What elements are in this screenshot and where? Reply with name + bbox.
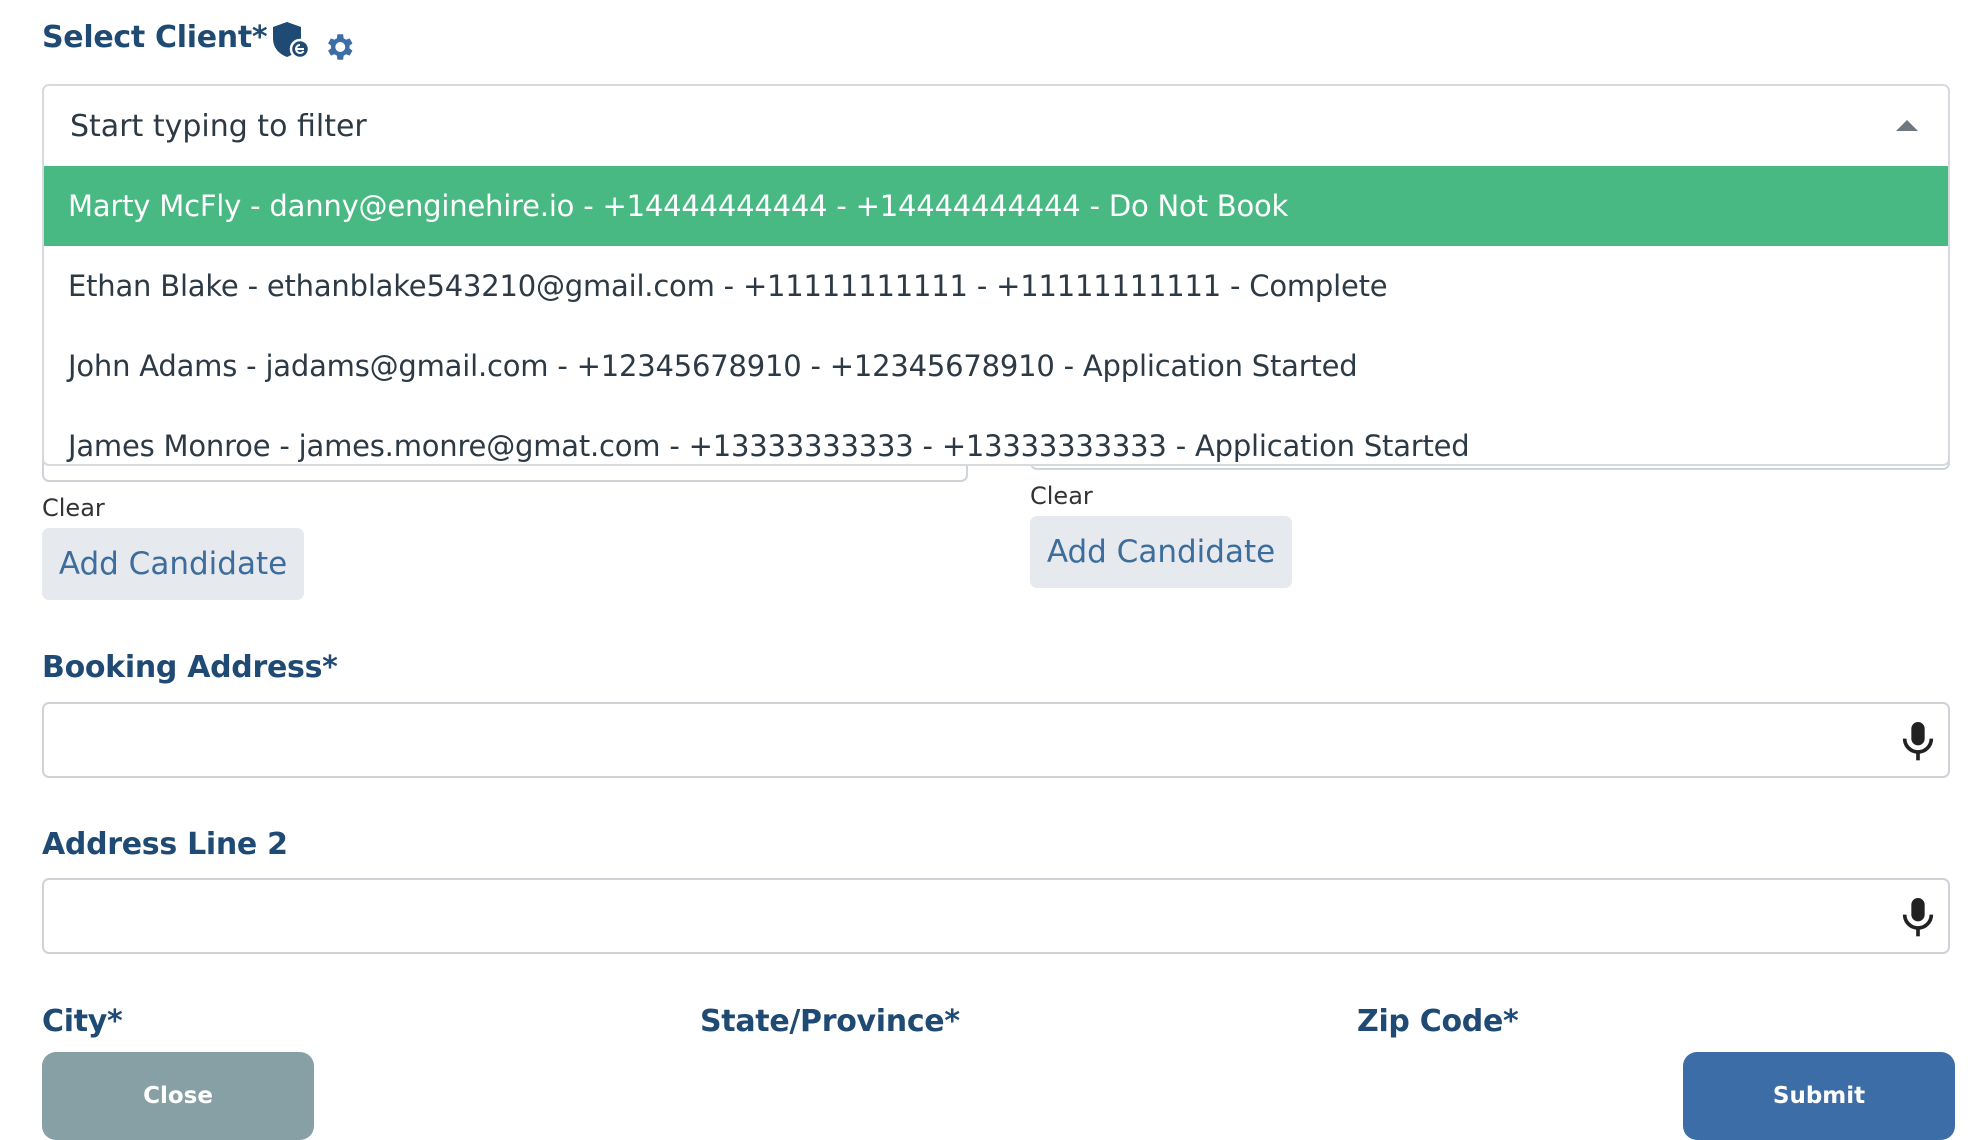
caret-up-icon[interactable] [1896,120,1918,131]
select-client-dropdown[interactable]: Start typing to filter Marty McFly - dan… [42,84,1950,466]
client-option[interactable]: Ethan Blake - ethanblake543210@gmail.com… [44,246,1948,326]
booking-address-label: Booking Address* [42,650,338,685]
city-label: City* [42,1004,123,1039]
clear-link-left[interactable]: Clear [42,494,105,522]
shield-icon[interactable] [270,20,311,64]
address-line-2-input[interactable] [42,878,1950,954]
state-province-label: State/Province* [700,1004,960,1039]
close-button[interactable]: Close [42,1052,314,1140]
clear-link-right[interactable]: Clear [1030,482,1093,510]
client-filter-input[interactable]: Start typing to filter [44,86,1948,166]
zip-code-label: Zip Code* [1357,1004,1519,1039]
client-option[interactable]: James Monroe - james.monre@gmat.com - +1… [44,406,1948,464]
client-options-list: Marty McFly - danny@enginehire.io - +144… [44,166,1948,464]
microphone-icon[interactable] [1898,896,1938,944]
select-client-label: Select Client* [42,20,268,55]
microphone-icon[interactable] [1898,720,1938,768]
gear-icon[interactable] [322,30,356,68]
client-option[interactable]: John Adams - jadams@gmail.com - +1234567… [44,326,1948,406]
client-option[interactable]: Marty McFly - danny@enginehire.io - +144… [44,166,1948,246]
submit-button[interactable]: Submit [1683,1052,1955,1140]
booking-address-input[interactable] [42,702,1950,778]
add-candidate-button-right[interactable]: Add Candidate [1030,516,1292,588]
add-candidate-button-left[interactable]: Add Candidate [42,528,304,600]
address-line-2-label: Address Line 2 [42,827,288,862]
